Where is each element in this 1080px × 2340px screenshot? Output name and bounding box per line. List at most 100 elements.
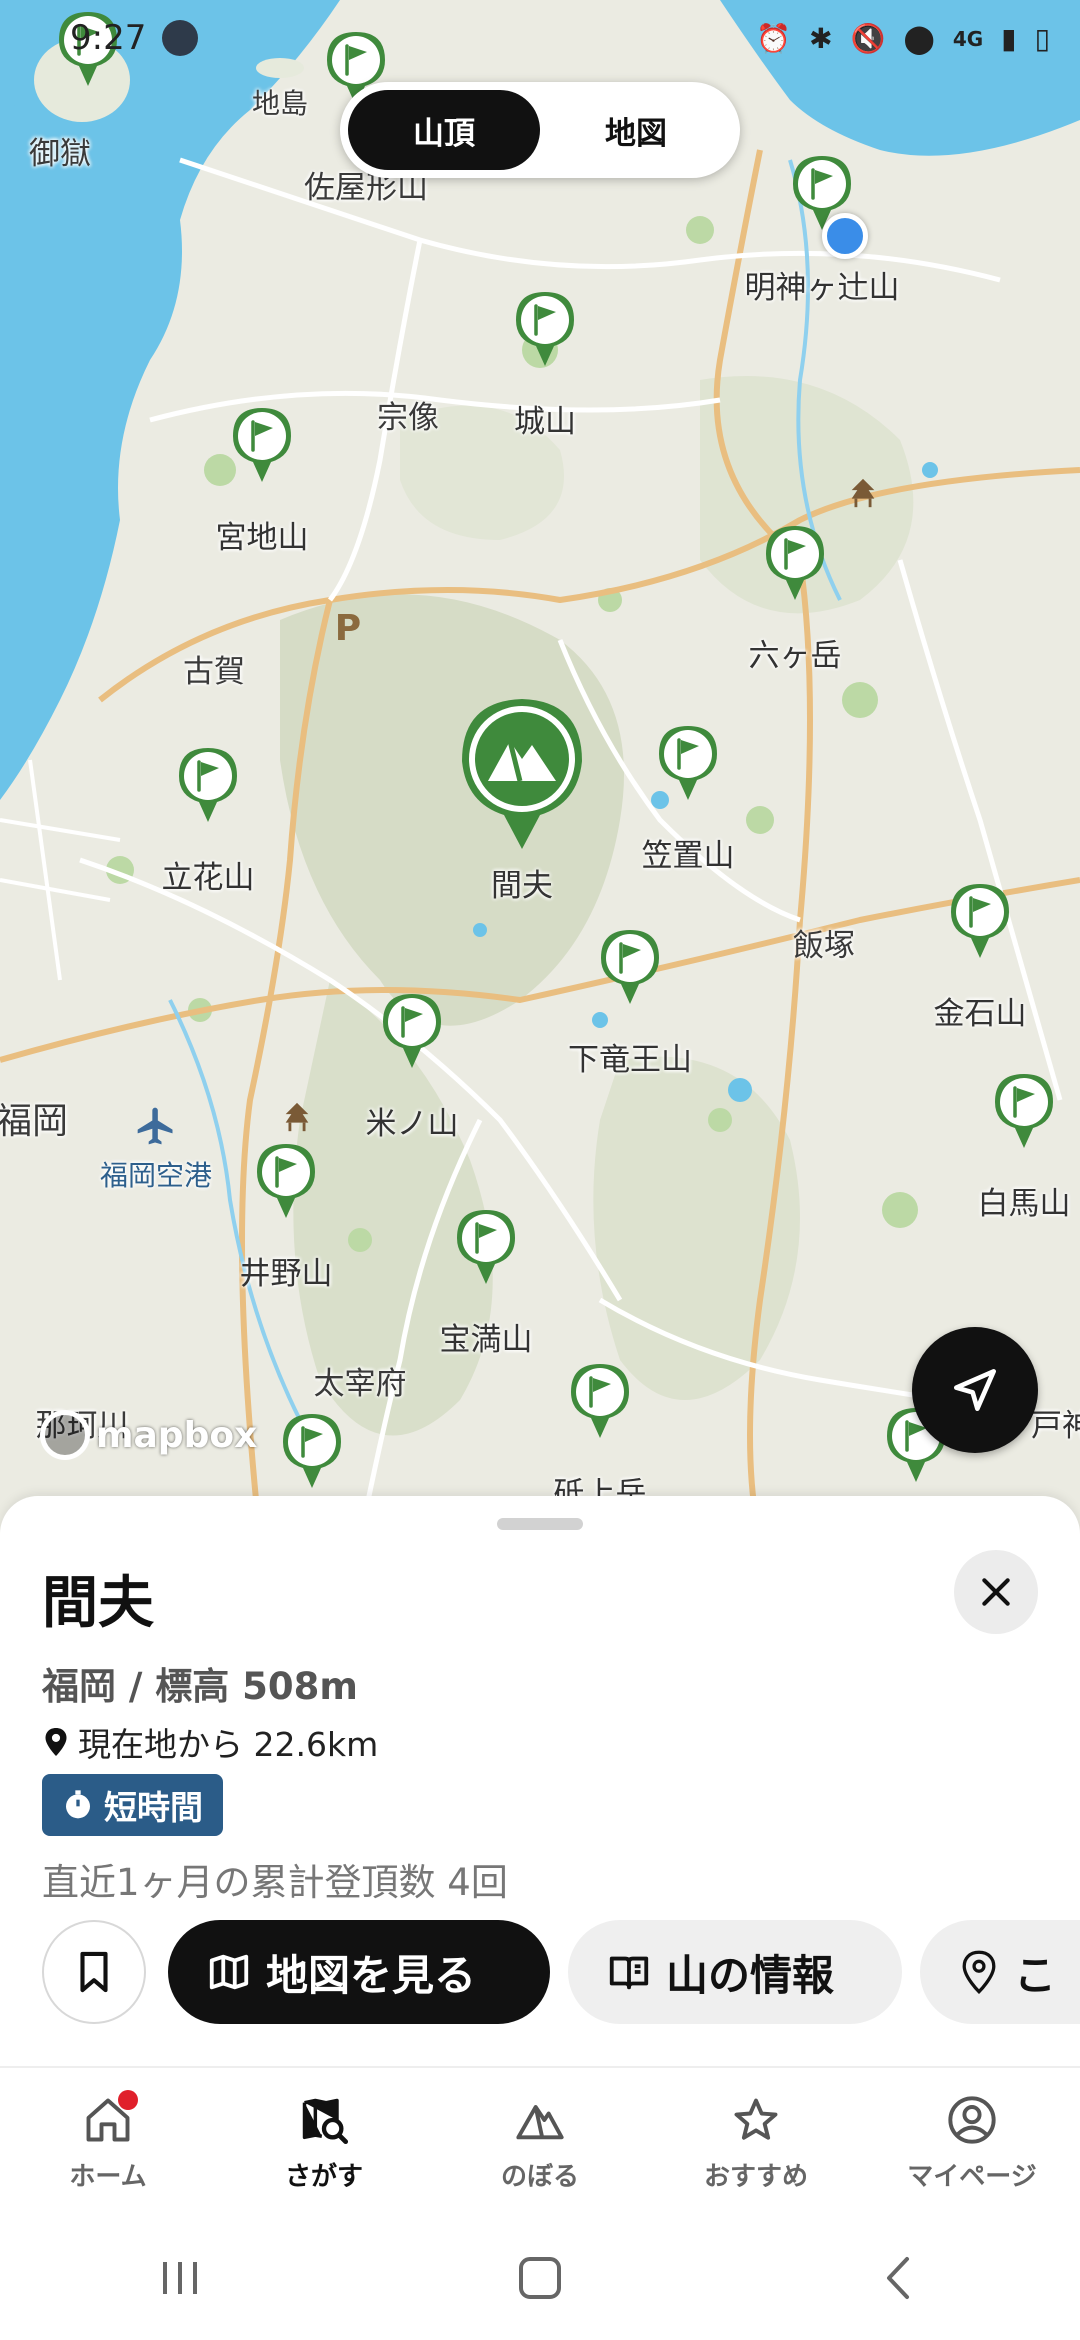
peak-label[interactable]: 金石山: [934, 988, 1027, 1033]
peak-label[interactable]: 戸神: [1031, 1400, 1080, 1445]
nearby-label: こ: [1014, 1950, 1057, 2000]
mountain-meta: 福岡 / 標高 508m: [42, 1665, 358, 1708]
selected-mountain-pin[interactable]: [458, 695, 586, 855]
peak-flag-pin[interactable]: [514, 290, 576, 368]
signal-icon: ▮: [1001, 22, 1017, 55]
peak-label[interactable]: 立花山: [162, 852, 255, 897]
mapbox-circle-icon: [40, 1410, 90, 1460]
view-toggle: 山頂 地図: [340, 82, 740, 178]
place-label: 飯塚: [793, 928, 855, 964]
monthly-climb-count: 直近1ヶ月の累計登頂数 4回: [42, 1861, 508, 1904]
tab-summit[interactable]: 山頂: [348, 90, 540, 170]
place-label: 宗像: [377, 400, 439, 436]
selected-peak-label[interactable]: 間夫: [491, 860, 553, 905]
tab-home[interactable]: ホーム: [0, 2068, 216, 2216]
peak-label[interactable]: 宮地山: [216, 512, 309, 557]
peak-flag-pin[interactable]: [255, 1142, 317, 1220]
bookmark-icon: [80, 1951, 108, 1993]
close-button[interactable]: [954, 1550, 1038, 1634]
tab-search[interactable]: さがす: [216, 2068, 432, 2216]
peak-label[interactable]: 城山: [514, 396, 576, 441]
action-row: 地図を見る 山の情報 こ: [42, 1920, 1080, 2028]
place-label: 福岡: [0, 1101, 69, 1142]
folded-map-icon: [209, 1954, 249, 1990]
peak-label[interactable]: 笠置山: [642, 830, 735, 875]
peak-flag-pin[interactable]: [569, 1362, 631, 1440]
status-icons: ⏰ ✱ 🔇 ⬤ 4G ▮ ▯: [756, 22, 1050, 55]
badge-label: 短時間: [104, 1788, 203, 1827]
home-nav-icon[interactable]: [515, 2253, 565, 2303]
peak-flag-pin[interactable]: [455, 1208, 517, 1286]
peak-label[interactable]: 宝満山: [440, 1314, 533, 1359]
place-label: 太宰府: [313, 1366, 407, 1402]
nearby-button[interactable]: こ: [920, 1920, 1080, 2024]
recent-apps-icon[interactable]: [155, 2256, 205, 2300]
peak-flag-pin[interactable]: [281, 1412, 343, 1490]
tab-label: マイページ: [907, 2162, 1037, 2192]
peak-label[interactable]: 米ノ山: [366, 1098, 459, 1143]
place-label: 福岡空港: [99, 1159, 213, 1192]
location-pin-icon: [45, 1728, 67, 1756]
peak-flag-pin[interactable]: [949, 882, 1011, 960]
mountain-name: 間夫: [42, 1571, 154, 1636]
mountain-info-button[interactable]: 山の情報: [568, 1920, 902, 2024]
mountain-detail-sheet: 間夫 福岡 / 標高 508m 現在地から 22.6km 短時間 直近1ヶ月の累…: [0, 1496, 1080, 2066]
tab-label: さがす: [284, 2162, 363, 2192]
distance-text: 現在地から 22.6km: [78, 1725, 379, 1764]
peak-flag-pin[interactable]: [231, 406, 293, 484]
navigation-arrow-icon: [954, 1369, 996, 1411]
peak-flag-pin[interactable]: [381, 992, 443, 1070]
place-label: 御獄: [29, 136, 91, 172]
book-icon: [609, 1956, 649, 1990]
back-icon[interactable]: [875, 2253, 925, 2303]
tab-label: おすすめ: [703, 2162, 808, 2192]
app-notification-icon: [162, 20, 198, 56]
peak-label[interactable]: 下竜王山: [568, 1034, 692, 1079]
peak-flag-pin[interactable]: [993, 1072, 1055, 1150]
alarm-icon: ⏰: [756, 22, 792, 55]
shrine-icon: [851, 478, 875, 508]
mapbox-wordmark: mapbox: [96, 1414, 258, 1456]
status-bar: 9:27 ⏰ ✱ 🔇 ⬤ 4G ▮ ▯: [0, 0, 1080, 80]
peak-flag-pin[interactable]: [177, 746, 239, 824]
location-pin-icon: [962, 1950, 996, 1995]
parking-label: P: [334, 608, 362, 649]
tab-mypage[interactable]: マイページ: [864, 2068, 1080, 2216]
distance-line: 現在地から 22.6km: [42, 1718, 378, 1766]
mapbox-logo[interactable]: mapbox: [40, 1410, 257, 1460]
view-map-label: 地図を見る: [266, 1950, 477, 2000]
star-icon: [734, 2098, 778, 2140]
place-label: 地島: [251, 87, 309, 120]
mountain-icon: [516, 2105, 564, 2140]
peak-label[interactable]: 白馬山: [978, 1178, 1071, 1223]
search-map-icon: [302, 2098, 349, 2145]
peak-flag-pin[interactable]: [657, 724, 719, 802]
user-location-dot: [822, 213, 868, 259]
tab-label: ホーム: [69, 2162, 147, 2192]
shrine-icon: [285, 1102, 309, 1132]
screen: 御獄 地島 佐屋形山 宗像 古賀 福岡 福岡空港 太宰府 那珂川 飯塚 P 明神…: [0, 0, 1080, 2340]
mute-icon: 🔇: [850, 22, 886, 55]
sheet-grabber[interactable]: [497, 1518, 583, 1530]
tab-climb[interactable]: のぼる: [432, 2068, 648, 2216]
view-map-button[interactable]: 地図を見る: [168, 1920, 550, 2024]
map-view[interactable]: 御獄 地島 佐屋形山 宗像 古賀 福岡 福岡空港 太宰府 那珂川 飯塚 P 明神…: [0, 0, 1080, 1540]
peak-label[interactable]: 明神ヶ辻山: [745, 262, 900, 307]
peak-label[interactable]: 井野山: [240, 1248, 333, 1293]
peak-label[interactable]: 六ヶ岳: [749, 630, 842, 675]
mountain-info-label: 山の情報: [666, 1950, 835, 2000]
profile-icon: [948, 2096, 996, 2144]
stopwatch-icon: [66, 1790, 90, 1819]
locate-me-button[interactable]: [912, 1327, 1038, 1453]
tab-recommend[interactable]: おすすめ: [648, 2068, 864, 2216]
short-time-badge: 短時間: [42, 1774, 223, 1836]
tab-map[interactable]: 地図: [540, 90, 732, 170]
tab-label: のぼる: [500, 2162, 579, 2192]
peak-flag-pin[interactable]: [764, 524, 826, 602]
bookmark-button[interactable]: [42, 1920, 146, 2024]
status-time: 9:27: [70, 18, 147, 58]
location-status-icon: ⬤: [903, 22, 935, 55]
battery-icon: ▯: [1034, 22, 1050, 55]
close-icon: [982, 1578, 1010, 1606]
peak-flag-pin[interactable]: [599, 928, 661, 1006]
